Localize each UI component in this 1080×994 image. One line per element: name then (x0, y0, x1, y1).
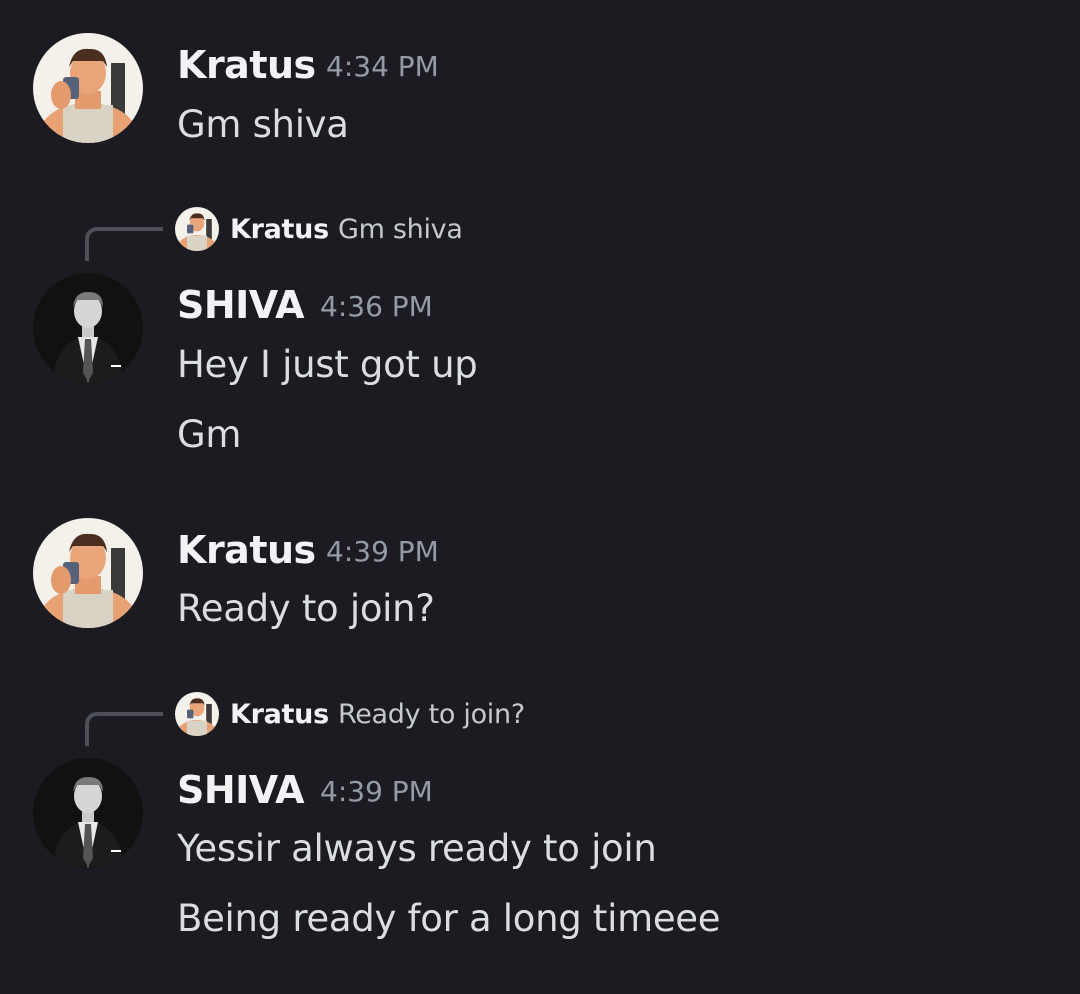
message-text: Gm shiva (177, 103, 349, 146)
shiva-avatar[interactable] (33, 758, 143, 868)
man-in-suit-avatar-icon (33, 758, 143, 868)
muscular-man-selfie-avatar-icon (175, 692, 219, 736)
reply-preview-text[interactable]: Gm shiva (338, 216, 463, 243)
message-author[interactable]: SHIVA (177, 771, 305, 809)
kratus-avatar[interactable] (33, 33, 143, 143)
kratus-avatar[interactable] (33, 518, 143, 628)
message-text: Being ready for a long timeee (177, 897, 721, 940)
reply-avatar[interactable] (175, 207, 219, 251)
chat-message-list: Kratus 4:34 PM Gm shiva Kratus Gm shiva … (0, 0, 1080, 994)
reply-author[interactable]: Kratus (230, 216, 329, 243)
message-timestamp: 4:39 PM (320, 775, 433, 808)
reply-connector (85, 227, 163, 261)
muscular-man-selfie-avatar-icon (33, 518, 143, 628)
muscular-man-selfie-avatar-icon (33, 33, 143, 143)
message-text: Ready to join? (177, 587, 435, 630)
message-author[interactable]: SHIVA (177, 286, 305, 324)
message-text: Hey I just got up (177, 343, 478, 386)
shiva-avatar[interactable] (33, 273, 143, 383)
message-timestamp: 4:36 PM (320, 290, 433, 323)
reply-preview-text[interactable]: Ready to join? (338, 701, 525, 728)
message-text: Gm (177, 413, 242, 456)
muscular-man-selfie-avatar-icon (175, 207, 219, 251)
reply-author[interactable]: Kratus (230, 701, 329, 728)
message-author[interactable]: Kratus (177, 531, 316, 569)
man-in-suit-avatar-icon (33, 273, 143, 383)
message-author[interactable]: Kratus (177, 46, 316, 84)
message-text: Yessir always ready to join (177, 827, 657, 870)
reply-connector (85, 712, 163, 746)
message-timestamp: 4:39 PM (326, 535, 439, 568)
message-timestamp: 4:34 PM (326, 50, 439, 83)
reply-avatar[interactable] (175, 692, 219, 736)
